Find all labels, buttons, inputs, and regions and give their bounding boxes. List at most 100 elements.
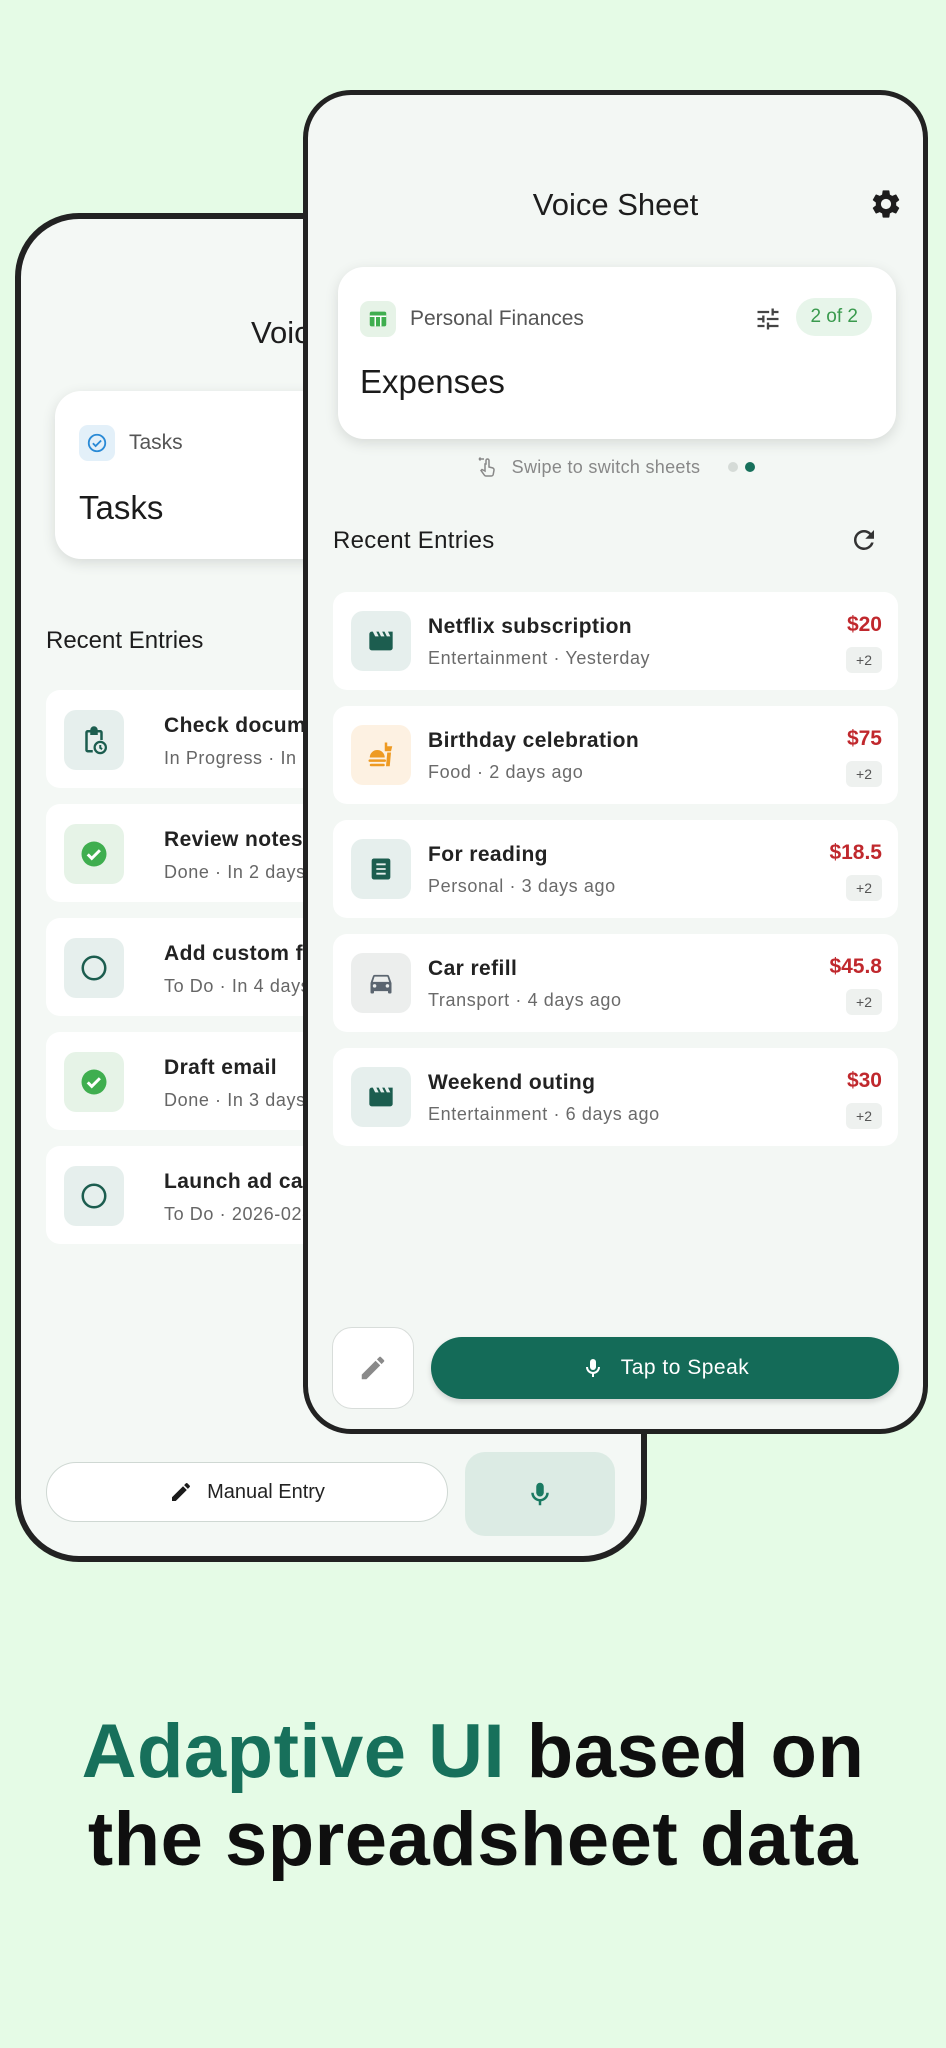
gear-icon[interactable] (869, 187, 903, 221)
pencil-icon (361, 1356, 385, 1380)
clapperboard-icon (351, 1067, 411, 1127)
extra-fields-badge: +2 (846, 761, 882, 787)
swipe-hint: Swipe to switch sheets (308, 455, 923, 479)
tap-to-speak-label: Tap to Speak (620, 1356, 750, 1379)
entry-amount: $75 (846, 727, 882, 750)
entry-meta: Done · In 2 days (164, 862, 306, 882)
entry-category: Entertainment (428, 1104, 548, 1124)
entry-amount: $20 (846, 613, 882, 636)
front-app-title: Voice Sheet (532, 187, 699, 222)
entry-amount: $45.8 (829, 955, 882, 978)
entry-meta: Entertainment · Yesterday (428, 648, 651, 668)
task-check-icon (79, 425, 115, 461)
back-sheet-name: Tasks (79, 489, 164, 526)
list-item[interactable]: Car refill Transport · 4 days ago $45.8 … (333, 934, 898, 1032)
entry-meta: Entertainment · 6 days ago (428, 1104, 660, 1124)
manual-entry-icon-button[interactable] (332, 1327, 414, 1409)
entry-status: Done (164, 862, 210, 882)
headline-accent: Adaptive UI (81, 1709, 506, 1794)
receipt-icon (351, 839, 411, 899)
circle-outline-icon (64, 938, 124, 998)
sheet-count-badge: 2 of 2 (796, 298, 872, 336)
entry-due: In 2 days (227, 862, 306, 882)
entry-due: 2026-02- (231, 1204, 309, 1224)
entry-title: Review notes (164, 828, 304, 851)
list-item[interactable]: Weekend outing Entertainment · 6 days ag… (333, 1048, 898, 1146)
entry-status: To Do (164, 976, 215, 996)
entry-title: Launch ad cam (164, 1170, 323, 1193)
front-recent-title: Recent Entries (333, 527, 495, 554)
fastfood-icon (351, 725, 411, 785)
entry-meta: Personal · 3 days ago (428, 876, 616, 896)
entry-date: Yesterday (565, 648, 651, 668)
entry-amount: $30 (846, 1069, 882, 1092)
entry-due: In 3 days (227, 1090, 306, 1110)
page-dot-active[interactable] (745, 462, 756, 472)
list-item[interactable]: For reading Personal · 3 days ago $18.5 … (333, 820, 898, 918)
entry-category: Personal (428, 876, 504, 896)
entry-due: In 4 days (231, 976, 311, 996)
entry-title: Car refill (428, 957, 518, 980)
back-app-title: Voic (251, 315, 310, 350)
circle-outline-icon (64, 1166, 124, 1226)
extra-fields-badge: +2 (846, 1103, 882, 1129)
swipe-hint-text: Swipe to switch sheets (511, 456, 701, 477)
entry-title: Weekend outing (428, 1071, 596, 1094)
entry-title: Netflix subscription (428, 615, 633, 638)
extra-fields-badge: +2 (846, 875, 882, 901)
headline-line-1: Adaptive UI based on (0, 1708, 946, 1796)
entry-status: In Progress (164, 748, 263, 768)
entry-title: Birthday celebration (428, 729, 640, 752)
clipboard-clock-icon (64, 710, 124, 770)
headline-rest: based on (505, 1709, 865, 1794)
clapperboard-icon (351, 611, 411, 671)
refresh-icon[interactable] (849, 525, 879, 555)
car-icon (351, 953, 411, 1013)
list-item[interactable]: Netflix subscription Entertainment · Yes… (333, 592, 898, 690)
pencil-icon (172, 1482, 191, 1501)
front-phone-frame: Voice Sheet Personal Finances 2 of 2 Exp… (303, 90, 928, 1434)
front-sheet-card[interactable]: Personal Finances 2 of 2 Expenses (338, 267, 896, 439)
entry-category: Transport (428, 990, 510, 1010)
back-mic-button[interactable] (465, 1452, 615, 1536)
back-sheet-tag: Tasks (129, 431, 183, 454)
front-sheet-tag: Personal Finances (410, 307, 584, 330)
entry-status: Done (164, 1090, 210, 1110)
page-indicator (728, 462, 756, 472)
back-recent-title: Recent Entries (46, 627, 204, 654)
entry-category: Entertainment (428, 648, 548, 668)
mic-icon (531, 1482, 549, 1506)
entry-meta: Food · 2 days ago (428, 762, 584, 782)
entry-date: 6 days ago (565, 1104, 660, 1124)
entry-meta: To Do · In 4 days (164, 976, 311, 996)
page-dot[interactable] (728, 462, 739, 472)
tap-to-speak-button[interactable]: Tap to Speak (431, 1337, 899, 1399)
entry-date: 4 days ago (527, 990, 622, 1010)
marketing-headline: Adaptive UI based on the spreadsheet dat… (0, 1708, 946, 1884)
check-circle-icon (64, 824, 124, 884)
entry-date: 3 days ago (521, 876, 616, 896)
swipe-gesture-icon (478, 457, 495, 477)
entry-meta: In Progress · In 1 (164, 748, 313, 768)
entry-amount: $18.5 (829, 841, 882, 864)
extra-fields-badge: +2 (846, 989, 882, 1015)
entry-meta: To Do · 2026-02- (164, 1204, 309, 1224)
tune-icon[interactable] (754, 305, 782, 333)
extra-fields-badge: +2 (846, 647, 882, 673)
list-item[interactable]: Birthday celebration Food · 2 days ago $… (333, 706, 898, 804)
entry-status: To Do (164, 1204, 215, 1224)
entry-meta: Transport · 4 days ago (428, 990, 622, 1010)
entry-title: For reading (428, 843, 548, 866)
headline-line-2: the spreadsheet data (87, 1797, 859, 1882)
front-sheet-name: Expenses (360, 363, 505, 400)
entry-meta: Done · In 3 days (164, 1090, 306, 1110)
check-circle-icon (64, 1052, 124, 1112)
front-entry-list: Netflix subscription Entertainment · Yes… (333, 592, 898, 1162)
manual-entry-button[interactable]: Manual Entry (46, 1462, 448, 1522)
entry-title: Draft email (164, 1056, 277, 1079)
mic-icon (585, 1359, 600, 1377)
entry-category: Food (428, 762, 472, 782)
entry-date: 2 days ago (489, 762, 584, 782)
manual-entry-label: Manual Entry (207, 1480, 325, 1503)
table-icon (360, 301, 396, 337)
